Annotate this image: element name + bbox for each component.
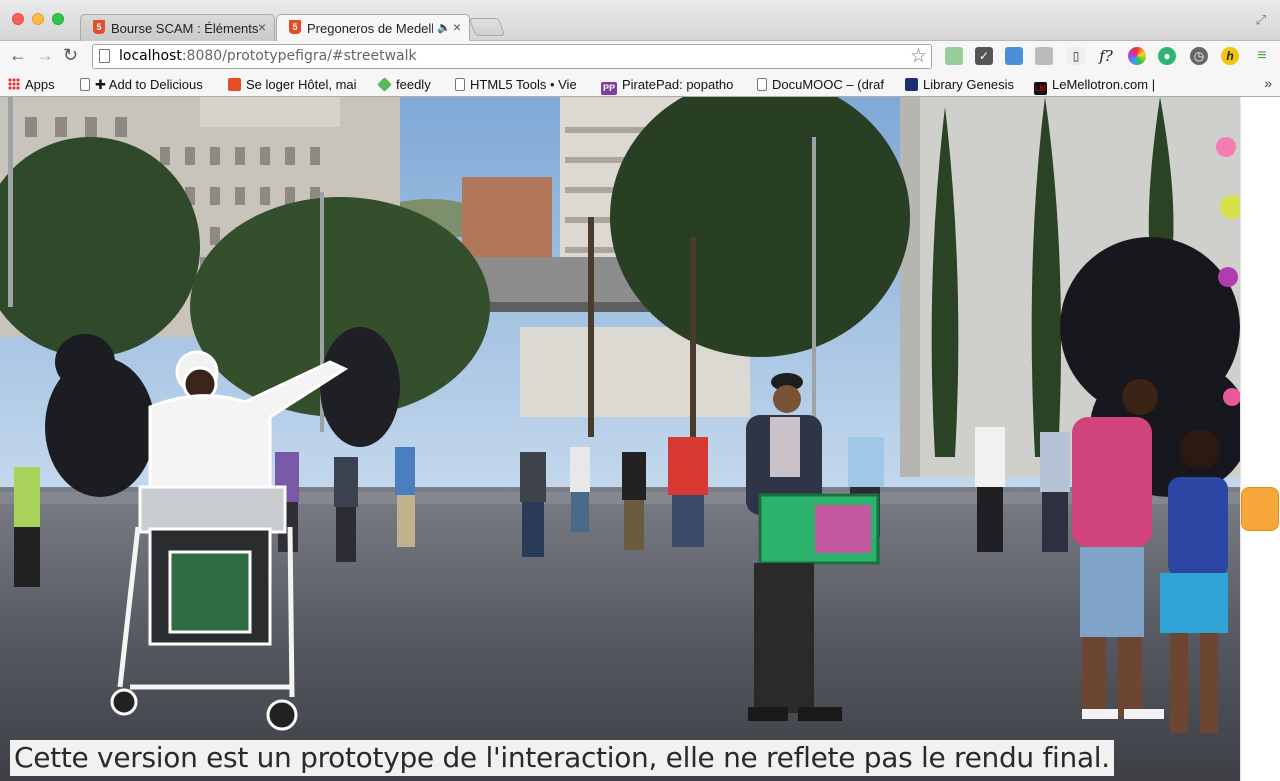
- clock-extension-icon[interactable]: ◷: [1190, 47, 1208, 65]
- menu-icon[interactable]: ≡: [1253, 47, 1271, 65]
- browser-toolbar: ← → ↻ localhost:8080/prototypefigra/#str…: [0, 41, 1280, 73]
- folder-extension-icon[interactable]: [1005, 47, 1023, 65]
- bookmark-label: HTML5 Tools • Vie: [470, 77, 577, 92]
- speaker-icon: 🔈: [437, 22, 451, 34]
- close-tab-icon[interactable]: ×: [453, 19, 461, 35]
- url-text[interactable]: localhost:8080/prototypefigra/#streetwal…: [119, 48, 417, 64]
- bookmark-star-icon[interactable]: ☆: [910, 45, 927, 68]
- linkedin-extension-icon[interactable]: [1035, 47, 1053, 65]
- window-close-button[interactable]: [12, 13, 24, 25]
- bookmark-piratepad[interactable]: PP PiratePad: popatho: [601, 77, 739, 95]
- html5-icon: 5: [289, 20, 301, 34]
- url-path: :8080/prototypefigra/#streetwalk: [181, 48, 417, 64]
- html5-icon: [228, 78, 241, 91]
- lemellotron-icon: LM: [1034, 82, 1047, 95]
- page-icon: [80, 78, 90, 91]
- phone-extension-icon[interactable]: ▯: [1067, 47, 1085, 65]
- bookmark-delicious[interactable]: ✚ Add to Delicious: [80, 77, 203, 93]
- title-bar: 5 Bourse SCAM : Éléments × 5 Pregoneros …: [0, 0, 1280, 42]
- bookmarks-bar: Apps ✚ Add to Delicious Se loger Hôtel, …: [0, 73, 1280, 97]
- bookmark-label: feedly: [396, 77, 431, 92]
- street-scene-image: [0, 97, 1240, 781]
- reload-icon[interactable]: ↻: [63, 45, 78, 66]
- fullscreen-icon[interactable]: ⤢: [1256, 12, 1266, 28]
- pocket-icon[interactable]: ✓: [975, 47, 993, 65]
- bookmark-label: Apps: [25, 77, 55, 92]
- bookmark-se-loger[interactable]: Se loger Hôtel, mai: [228, 77, 360, 92]
- tab-title: Pregoneros de Medell: [307, 21, 433, 36]
- window-maximize-button[interactable]: [52, 13, 64, 25]
- bookmark-html5-tools[interactable]: HTML5 Tools • Vie: [455, 77, 585, 92]
- font-finder-icon[interactable]: f?: [1097, 47, 1115, 65]
- bookmark-label: ✚ Add to Delicious: [95, 77, 203, 92]
- url-host: localhost: [119, 48, 182, 64]
- bookmark-apps[interactable]: Apps: [8, 77, 55, 92]
- bookmark-documooc[interactable]: DocuMOOC – (draf: [757, 77, 889, 92]
- abp-extension-icon[interactable]: [945, 47, 963, 65]
- bookmark-label: PiratePad: popatho: [622, 77, 734, 92]
- bookmark-library-genesis[interactable]: Library Genesis: [905, 77, 1014, 92]
- tab-bourse-scam[interactable]: 5 Bourse SCAM : Éléments ×: [80, 14, 275, 41]
- bookmark-label: DocuMOOC – (draf: [772, 77, 884, 92]
- address-bar[interactable]: localhost:8080/prototypefigra/#streetwal…: [92, 44, 932, 69]
- html5-icon: 5: [93, 20, 105, 34]
- window-minimize-button[interactable]: [32, 13, 44, 25]
- page-icon: [99, 49, 110, 63]
- apps-grid-icon: [8, 78, 20, 90]
- more-bookmarks-icon[interactable]: »: [1264, 75, 1272, 91]
- bookmark-label: Library Genesis: [923, 77, 1015, 92]
- streetwalk-view[interactable]: [0, 97, 1240, 781]
- new-tab-button[interactable]: [468, 18, 506, 36]
- lock-extension-icon[interactable]: ●: [1158, 47, 1176, 65]
- hypothesis-icon[interactable]: h: [1221, 47, 1239, 65]
- tab-pregoneros[interactable]: 5 Pregoneros de Medell 🔈 ×: [276, 14, 470, 42]
- tab-title: Bourse SCAM : Éléments: [111, 21, 259, 36]
- page-icon: [455, 78, 465, 91]
- bookmark-label: Se loger Hôtel, mai: [246, 77, 357, 92]
- close-tab-icon[interactable]: ×: [258, 19, 266, 35]
- page-icon: [757, 78, 767, 91]
- prototype-disclaimer: Cette version est un prototype de l'inte…: [10, 740, 1114, 776]
- scroll-handle[interactable]: [1241, 487, 1279, 531]
- vertical-scrollbar[interactable]: [1240, 97, 1280, 781]
- bookmark-lemellotron[interactable]: LM LeMellotron.com |: [1034, 77, 1155, 95]
- feedly-icon: [377, 77, 392, 92]
- bookmark-label: LeMellotron.com |: [1052, 77, 1156, 92]
- back-icon[interactable]: ←: [9, 45, 27, 66]
- forward-icon[interactable]: →: [36, 45, 54, 66]
- bookmark-feedly[interactable]: feedly: [377, 77, 431, 92]
- library-icon: [905, 78, 918, 91]
- color-picker-icon[interactable]: [1128, 47, 1146, 65]
- piratepad-icon: PP: [601, 82, 617, 95]
